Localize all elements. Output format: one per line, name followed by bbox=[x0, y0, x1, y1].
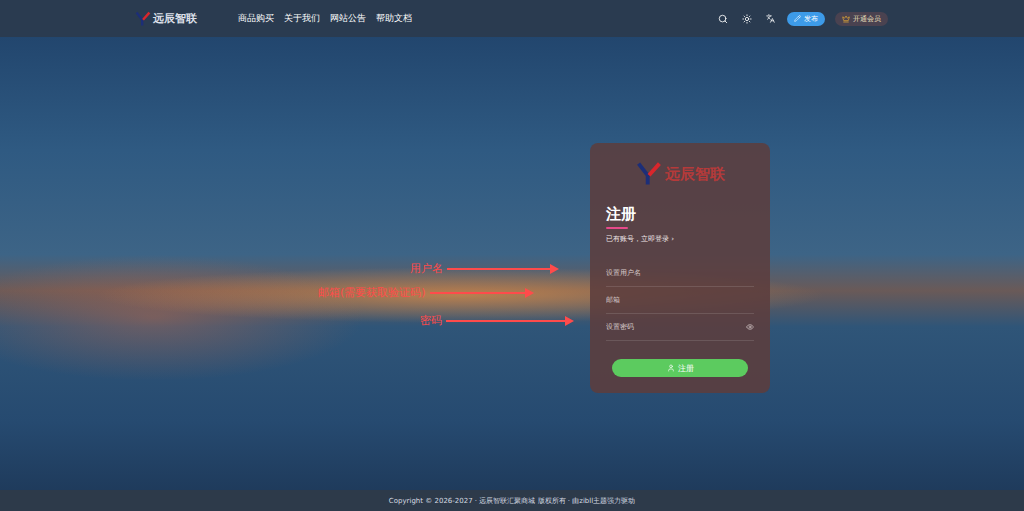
nav-item[interactable]: 帮助文档 bbox=[376, 12, 412, 25]
vip-button[interactable]: 开通会员 bbox=[835, 12, 888, 26]
eye-icon[interactable] bbox=[746, 323, 754, 331]
text-input[interactable] bbox=[606, 296, 754, 304]
logo-text: 远辰智联 bbox=[153, 11, 197, 26]
top-bar: 远辰智联商品购买关于我们网站公告帮助文档发布开通会员 bbox=[0, 0, 1024, 37]
annotation: 邮箱(需要获取验证码) bbox=[318, 285, 534, 300]
logo-icon bbox=[636, 161, 662, 187]
annotation-label: 密码 bbox=[420, 313, 442, 328]
register-card: 远辰智联注册已有账号，立即登录 ›注册 bbox=[590, 143, 770, 393]
pencil-icon bbox=[794, 15, 801, 22]
hero-background: 用户名邮箱(需要获取验证码)密码远辰智联注册已有账号，立即登录 ›注册 bbox=[0, 37, 1024, 490]
arrow-icon bbox=[430, 288, 534, 298]
title-underline bbox=[606, 227, 628, 229]
card-logo-text: 远辰智联 bbox=[665, 165, 725, 184]
arrow-icon bbox=[447, 264, 559, 274]
annotation: 用户名 bbox=[410, 261, 559, 276]
annotation-label: 邮箱(需要获取验证码) bbox=[318, 285, 426, 300]
translate-icon bbox=[766, 14, 775, 23]
login-link[interactable]: 已有账号，立即登录 › bbox=[606, 234, 754, 244]
form-field bbox=[606, 287, 754, 314]
nav-item[interactable]: 商品购买 bbox=[238, 12, 274, 25]
annotation-label: 用户名 bbox=[410, 261, 443, 276]
arrow-icon bbox=[446, 316, 574, 326]
language-button[interactable] bbox=[764, 14, 777, 23]
form-fields bbox=[606, 260, 754, 341]
text-input[interactable] bbox=[606, 269, 754, 277]
theme-button[interactable] bbox=[740, 14, 754, 24]
logo-icon bbox=[135, 11, 151, 27]
register-page: 远辰智联商品购买关于我们网站公告帮助文档发布开通会员用户名邮箱(需要获取验证码)… bbox=[0, 0, 1024, 511]
card-title: 注册 bbox=[606, 205, 754, 224]
text-input[interactable] bbox=[606, 323, 746, 331]
search-button[interactable] bbox=[716, 14, 730, 24]
nav-item[interactable]: 网站公告 bbox=[330, 12, 366, 25]
publish-button[interactable]: 发布 bbox=[787, 12, 825, 26]
header-tools: 发布开通会员 bbox=[716, 12, 888, 26]
site-logo[interactable]: 远辰智联 bbox=[135, 11, 238, 27]
user-icon bbox=[667, 364, 675, 372]
nav-item[interactable]: 关于我们 bbox=[284, 12, 320, 25]
copyright-text: Copyright © 2026-2027 · 远辰智联汇聚商城 版权所有 · … bbox=[389, 496, 635, 506]
main-nav: 商品购买关于我们网站公告帮助文档 bbox=[238, 12, 716, 25]
form-field bbox=[606, 260, 754, 287]
footer: Copyright © 2026-2027 · 远辰智联汇聚商城 版权所有 · … bbox=[0, 490, 1024, 511]
register-button[interactable]: 注册 bbox=[612, 359, 748, 377]
card-logo: 远辰智联 bbox=[606, 157, 754, 191]
annotation: 密码 bbox=[420, 313, 574, 328]
crown-icon bbox=[842, 15, 850, 23]
search-icon bbox=[718, 14, 728, 24]
sun-icon bbox=[742, 14, 752, 24]
form-field bbox=[606, 314, 754, 341]
